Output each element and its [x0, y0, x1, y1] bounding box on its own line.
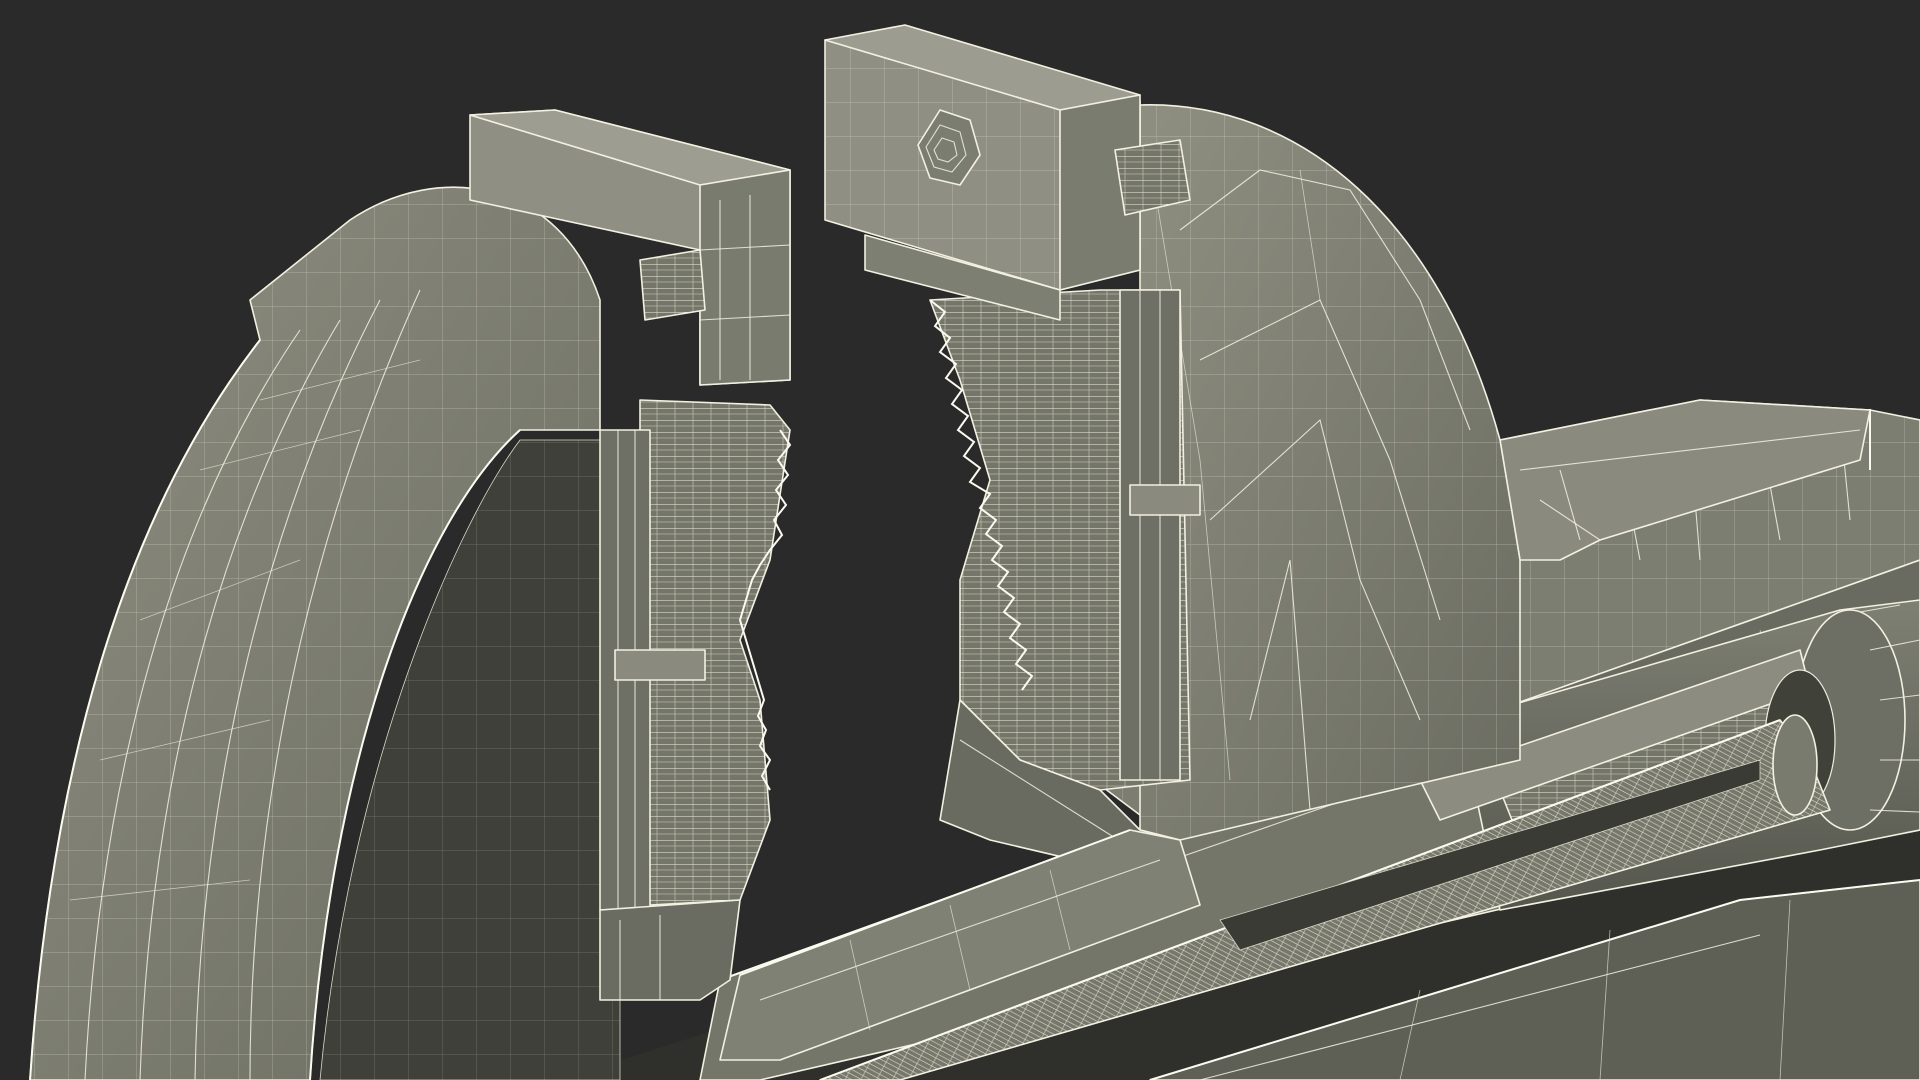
render-viewport [0, 0, 1920, 1080]
moving-jaw-pin [1129, 484, 1201, 516]
moving-jaw-body-grid [1140, 104, 1520, 841]
screw-end [1772, 714, 1818, 816]
moving-jaw-plate-bar [1119, 289, 1181, 781]
fixed-jaw-key [639, 249, 706, 321]
fixed-jaw-foot [599, 899, 741, 1001]
fixed-jaw-pin [614, 649, 706, 681]
fixed-jaw-cap-side [699, 169, 791, 386]
vise-wireframe-render [29, 24, 1920, 1080]
